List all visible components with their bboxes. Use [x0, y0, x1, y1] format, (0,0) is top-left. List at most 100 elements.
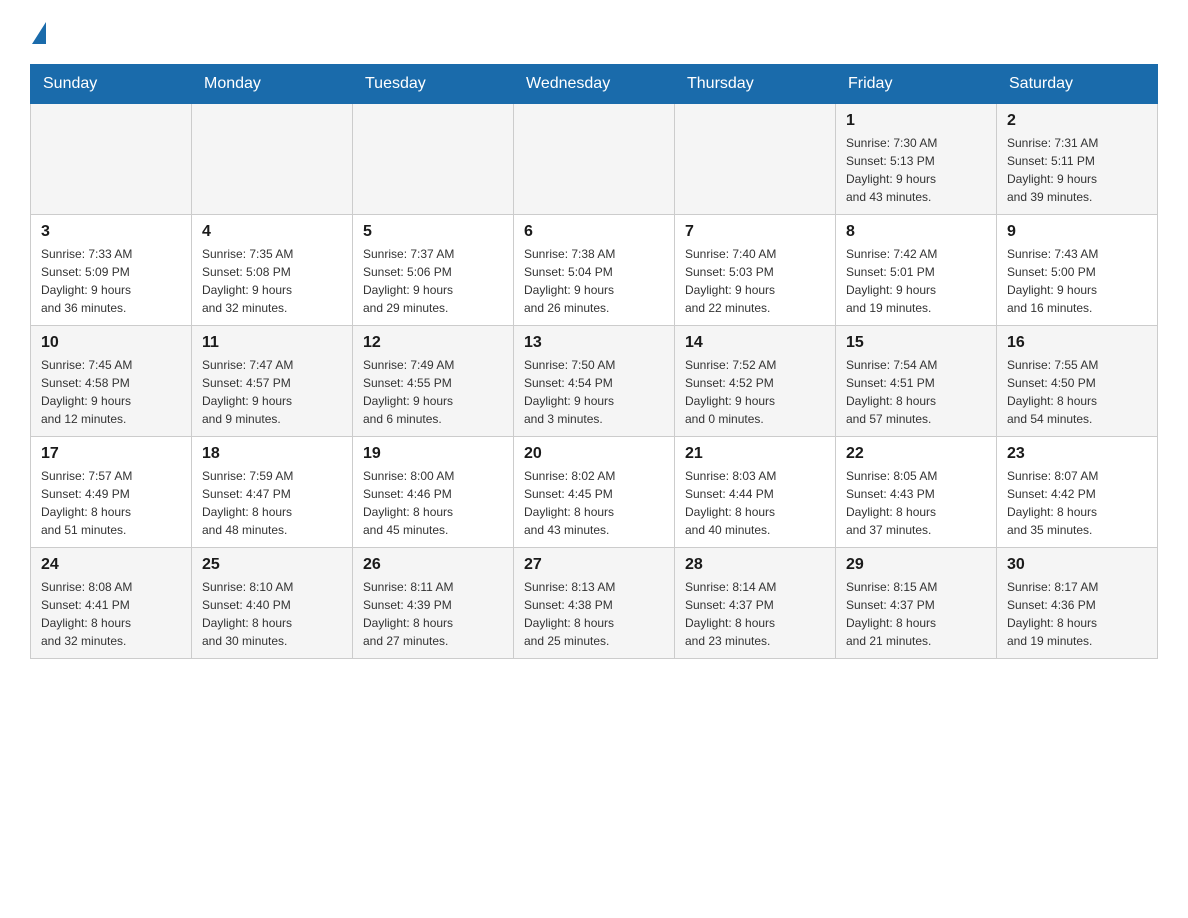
- day-number: 22: [846, 445, 986, 463]
- day-number: 21: [685, 445, 825, 463]
- calendar-day-cell: [514, 104, 675, 215]
- day-number: 10: [41, 334, 181, 352]
- day-number: 15: [846, 334, 986, 352]
- calendar-day-cell: 28 Sunrise: 8:14 AM Sunset: 4:37 PM Dayli…: [675, 548, 836, 659]
- calendar-day-cell: 1 Sunrise: 7:30 AM Sunset: 5:13 PM Daylig…: [836, 104, 997, 215]
- day-info: Sunrise: 7:59 AM Sunset: 4:47 PM Dayligh…: [202, 467, 342, 539]
- day-info: Sunrise: 8:05 AM Sunset: 4:43 PM Dayligh…: [846, 467, 986, 539]
- calendar-day-cell: [675, 104, 836, 215]
- day-number: 19: [363, 445, 503, 463]
- day-info: Sunrise: 7:35 AM Sunset: 5:08 PM Dayligh…: [202, 245, 342, 317]
- calendar-day-cell: 23 Sunrise: 8:07 AM Sunset: 4:42 PM Dayli…: [997, 437, 1158, 548]
- day-number: 28: [685, 556, 825, 574]
- day-number: 30: [1007, 556, 1147, 574]
- calendar-day-cell: 6 Sunrise: 7:38 AM Sunset: 5:04 PM Daylig…: [514, 215, 675, 326]
- calendar-day-cell: 14Sunrise: 7:52 AM Sunset: 4:52 PM Dayli…: [675, 326, 836, 437]
- calendar-day-cell: 21Sunrise: 8:03 AM Sunset: 4:44 PM Dayli…: [675, 437, 836, 548]
- calendar-week-row: 1 Sunrise: 7:30 AM Sunset: 5:13 PM Daylig…: [31, 104, 1158, 215]
- calendar-day-cell: 26 Sunrise: 8:11 AM Sunset: 4:39 PM Dayli…: [353, 548, 514, 659]
- calendar-day-cell: 13Sunrise: 7:50 AM Sunset: 4:54 PM Dayli…: [514, 326, 675, 437]
- day-number: 13: [524, 334, 664, 352]
- calendar-day-cell: [31, 104, 192, 215]
- day-info: Sunrise: 7:33 AM Sunset: 5:09 PM Dayligh…: [41, 245, 181, 317]
- calendar-day-cell: 3 Sunrise: 7:33 AM Sunset: 5:09 PM Daylig…: [31, 215, 192, 326]
- calendar-header-row: SundayMondayTuesdayWednesdayThursdayFrid…: [31, 65, 1158, 104]
- day-info: Sunrise: 7:42 AM Sunset: 5:01 PM Dayligh…: [846, 245, 986, 317]
- day-number: 2: [1007, 112, 1147, 130]
- day-number: 23: [1007, 445, 1147, 463]
- calendar-day-header: Thursday: [675, 65, 836, 104]
- calendar-day-cell: 24 Sunrise: 8:08 AM Sunset: 4:41 PM Dayli…: [31, 548, 192, 659]
- day-number: 27: [524, 556, 664, 574]
- calendar-day-cell: 7Sunrise: 7:40 AM Sunset: 5:03 PM Daylig…: [675, 215, 836, 326]
- calendar-day-cell: 19 Sunrise: 8:00 AM Sunset: 4:46 PM Dayli…: [353, 437, 514, 548]
- calendar-day-cell: [353, 104, 514, 215]
- day-number: 3: [41, 223, 181, 241]
- calendar-week-row: 17 Sunrise: 7:57 AM Sunset: 4:49 PM Dayli…: [31, 437, 1158, 548]
- calendar-day-header: Friday: [836, 65, 997, 104]
- day-info: Sunrise: 7:47 AM Sunset: 4:57 PM Dayligh…: [202, 356, 342, 428]
- calendar-week-row: 10 Sunrise: 7:45 AM Sunset: 4:58 PM Dayli…: [31, 326, 1158, 437]
- calendar-day-cell: 8 Sunrise: 7:42 AM Sunset: 5:01 PM Daylig…: [836, 215, 997, 326]
- day-info: Sunrise: 8:14 AM Sunset: 4:37 PM Dayligh…: [685, 578, 825, 650]
- calendar-day-cell: 30 Sunrise: 8:17 AM Sunset: 4:36 PM Dayli…: [997, 548, 1158, 659]
- day-info: Sunrise: 8:08 AM Sunset: 4:41 PM Dayligh…: [41, 578, 181, 650]
- logo-triangle-icon: [32, 22, 46, 44]
- day-info: Sunrise: 8:15 AM Sunset: 4:37 PM Dayligh…: [846, 578, 986, 650]
- day-number: 18: [202, 445, 342, 463]
- day-info: Sunrise: 8:07 AM Sunset: 4:42 PM Dayligh…: [1007, 467, 1147, 539]
- calendar-day-cell: 16 Sunrise: 7:55 AM Sunset: 4:50 PM Dayli…: [997, 326, 1158, 437]
- calendar-day-cell: 20 Sunrise: 8:02 AM Sunset: 4:45 PM Dayli…: [514, 437, 675, 548]
- day-number: 11: [202, 334, 342, 352]
- calendar-day-cell: 15 Sunrise: 7:54 AM Sunset: 4:51 PM Dayli…: [836, 326, 997, 437]
- day-info: Sunrise: 8:10 AM Sunset: 4:40 PM Dayligh…: [202, 578, 342, 650]
- calendar-day-header: Monday: [192, 65, 353, 104]
- day-number: 16: [1007, 334, 1147, 352]
- calendar-day-cell: 11 Sunrise: 7:47 AM Sunset: 4:57 PM Dayli…: [192, 326, 353, 437]
- calendar-day-cell: 9Sunrise: 7:43 AM Sunset: 5:00 PM Daylig…: [997, 215, 1158, 326]
- day-info: Sunrise: 7:54 AM Sunset: 4:51 PM Dayligh…: [846, 356, 986, 428]
- logo: [30, 20, 50, 44]
- calendar-day-header: Tuesday: [353, 65, 514, 104]
- calendar-day-header: Saturday: [997, 65, 1158, 104]
- day-info: Sunrise: 7:30 AM Sunset: 5:13 PM Dayligh…: [846, 134, 986, 206]
- day-number: 20: [524, 445, 664, 463]
- calendar-day-cell: 12 Sunrise: 7:49 AM Sunset: 4:55 PM Dayli…: [353, 326, 514, 437]
- day-number: 1: [846, 112, 986, 130]
- day-number: 17: [41, 445, 181, 463]
- day-number: 14: [685, 334, 825, 352]
- page-header: [30, 20, 1158, 44]
- day-number: 5: [363, 223, 503, 241]
- calendar-day-cell: 22 Sunrise: 8:05 AM Sunset: 4:43 PM Dayli…: [836, 437, 997, 548]
- day-number: 26: [363, 556, 503, 574]
- calendar-day-cell: 25 Sunrise: 8:10 AM Sunset: 4:40 PM Dayli…: [192, 548, 353, 659]
- day-info: Sunrise: 7:45 AM Sunset: 4:58 PM Dayligh…: [41, 356, 181, 428]
- calendar-day-cell: 2 Sunrise: 7:31 AM Sunset: 5:11 PM Daylig…: [997, 104, 1158, 215]
- calendar-day-cell: [192, 104, 353, 215]
- day-info: Sunrise: 8:02 AM Sunset: 4:45 PM Dayligh…: [524, 467, 664, 539]
- day-number: 4: [202, 223, 342, 241]
- calendar-day-cell: 4 Sunrise: 7:35 AM Sunset: 5:08 PM Daylig…: [192, 215, 353, 326]
- day-info: Sunrise: 7:43 AM Sunset: 5:00 PM Dayligh…: [1007, 245, 1147, 317]
- day-info: Sunrise: 7:37 AM Sunset: 5:06 PM Dayligh…: [363, 245, 503, 317]
- day-number: 25: [202, 556, 342, 574]
- day-info: Sunrise: 8:13 AM Sunset: 4:38 PM Dayligh…: [524, 578, 664, 650]
- day-number: 8: [846, 223, 986, 241]
- calendar-week-row: 3 Sunrise: 7:33 AM Sunset: 5:09 PM Daylig…: [31, 215, 1158, 326]
- day-info: Sunrise: 7:31 AM Sunset: 5:11 PM Dayligh…: [1007, 134, 1147, 206]
- day-info: Sunrise: 7:57 AM Sunset: 4:49 PM Dayligh…: [41, 467, 181, 539]
- day-info: Sunrise: 7:49 AM Sunset: 4:55 PM Dayligh…: [363, 356, 503, 428]
- day-number: 24: [41, 556, 181, 574]
- day-info: Sunrise: 8:00 AM Sunset: 4:46 PM Dayligh…: [363, 467, 503, 539]
- day-number: 29: [846, 556, 986, 574]
- day-info: Sunrise: 8:17 AM Sunset: 4:36 PM Dayligh…: [1007, 578, 1147, 650]
- day-number: 12: [363, 334, 503, 352]
- calendar-day-cell: 18 Sunrise: 7:59 AM Sunset: 4:47 PM Dayli…: [192, 437, 353, 548]
- calendar-day-header: Sunday: [31, 65, 192, 104]
- calendar-week-row: 24 Sunrise: 8:08 AM Sunset: 4:41 PM Dayli…: [31, 548, 1158, 659]
- day-info: Sunrise: 7:55 AM Sunset: 4:50 PM Dayligh…: [1007, 356, 1147, 428]
- day-info: Sunrise: 8:11 AM Sunset: 4:39 PM Dayligh…: [363, 578, 503, 650]
- day-number: 6: [524, 223, 664, 241]
- day-info: Sunrise: 7:38 AM Sunset: 5:04 PM Dayligh…: [524, 245, 664, 317]
- calendar-day-cell: 29 Sunrise: 8:15 AM Sunset: 4:37 PM Dayli…: [836, 548, 997, 659]
